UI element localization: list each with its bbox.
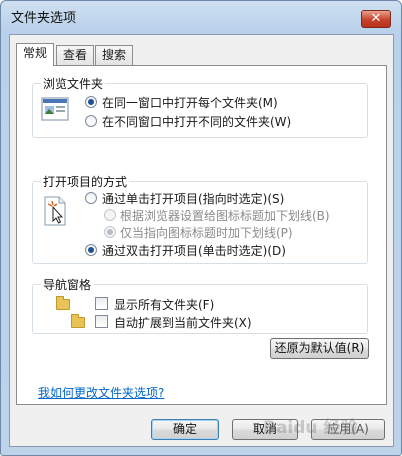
help-link[interactable]: 我如何更改文件夹选项? [38, 384, 164, 401]
auto-expand-label[interactable]: 自动扩展到当前文件夹(X) [114, 314, 252, 331]
cancel-button[interactable]: 取消 [232, 419, 298, 440]
folder-icon [56, 296, 70, 310]
radio-new-window[interactable] [85, 115, 97, 127]
radio-same-window[interactable] [85, 96, 97, 108]
underline-hover-label[interactable]: 仅当指向图标标题时加下划线(P) [120, 224, 293, 241]
navigation-pane-group: 导航窗格 显示所有文件夹(F) 自动扩展到当前文件夹(X) [32, 276, 368, 334]
click-items-title: 打开项目的方式 [41, 173, 130, 190]
tab-view[interactable]: 查看 [56, 45, 95, 65]
click-items-group: 打开项目的方式 通过单击打开项目(指向时选定)(S) 根据浏览器设置给图标标题加… [32, 173, 368, 264]
pointer-document-icon [44, 196, 66, 226]
radio-single-click[interactable] [85, 192, 97, 204]
same-window-label[interactable]: 在同一窗口中打开每个文件夹(M) [102, 94, 278, 111]
restore-defaults-button[interactable]: 还原为默认值(R) [270, 338, 369, 359]
ok-button[interactable]: 确定 [151, 419, 219, 440]
double-click-label[interactable]: 通过双击打开项目(单击时选定)(D) [102, 242, 286, 259]
underline-browser-label[interactable]: 根据浏览器设置给图标标题加下划线(B) [120, 207, 330, 224]
subfolder-icon [71, 314, 85, 328]
window-preview-icon [41, 97, 69, 121]
radio-underline-browser[interactable] [104, 209, 116, 221]
radio-underline-hover[interactable] [104, 226, 116, 238]
tab-search[interactable]: 搜索 [95, 45, 134, 65]
navigation-pane-title: 导航窗格 [41, 276, 94, 293]
close-button[interactable]: ✕ [361, 10, 391, 28]
radio-double-click[interactable] [85, 244, 97, 256]
dialog-window: 文件夹选项 ✕ 常规 查看 搜索 浏览文件夹 在同一窗口中打开每个文件夹(M) … [0, 0, 402, 456]
dialog-client-area: 常规 查看 搜索 浏览文件夹 在同一窗口中打开每个文件夹(M) 在不同窗口中打开… [9, 34, 394, 447]
title-bar[interactable]: 文件夹选项 ✕ [1, 1, 401, 31]
single-click-label[interactable]: 通过单击打开项目(指向时选定)(S) [102, 190, 284, 207]
checkbox-show-all-folders[interactable] [95, 297, 108, 310]
show-all-folders-label[interactable]: 显示所有文件夹(F) [114, 296, 214, 313]
tab-page-general: 浏览文件夹 在同一窗口中打开每个文件夹(M) 在不同窗口中打开不同的文件夹(W)… [16, 65, 387, 405]
browse-folders-title: 浏览文件夹 [41, 75, 106, 92]
window-title: 文件夹选项 [11, 11, 77, 26]
new-window-label[interactable]: 在不同窗口中打开不同的文件夹(W) [102, 113, 291, 130]
browse-folders-group: 浏览文件夹 在同一窗口中打开每个文件夹(M) 在不同窗口中打开不同的文件夹(W) [32, 75, 368, 138]
apply-button[interactable]: 应用(A) [311, 419, 385, 440]
close-icon: ✕ [370, 11, 382, 26]
tab-general[interactable]: 常规 [16, 43, 55, 66]
checkbox-auto-expand[interactable] [95, 315, 108, 328]
